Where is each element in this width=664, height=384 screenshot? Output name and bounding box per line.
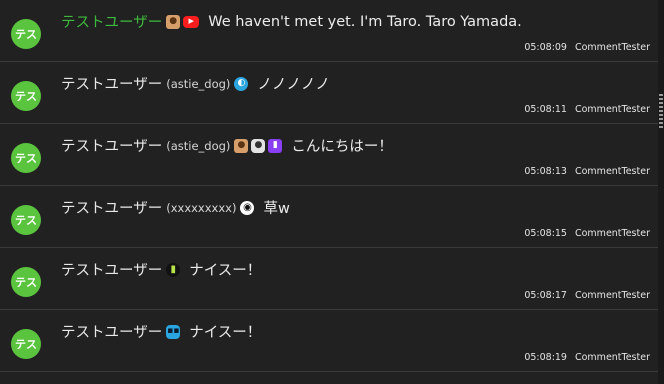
comment-message: ナイスー！ (189, 325, 262, 341)
source-name: CommentTester (574, 166, 650, 177)
youtube-icon: ▶ (183, 15, 200, 28)
bottle-icon: ▮ (166, 262, 181, 277)
badge-icons: ● ● ▮ (234, 138, 285, 153)
username: テストユーザー (61, 15, 163, 31)
comment-line: テストユーザー (astie_dog) ● ● ▮ こんにちはー！ (61, 135, 650, 156)
comment-meta: 05:08:19 CommentTester (524, 352, 650, 363)
scrollbar[interactable] (658, 0, 664, 384)
badge-icons: ● ▶ (166, 14, 202, 29)
comment-line: テストユーザー (xxxxxxxxx) ◉ 草w (61, 197, 650, 218)
comment-row[interactable]: テス テストユーザー (astie_dog) ● ● ▮ こんにちはー！ 05:… (0, 124, 658, 186)
avatar: テス (11, 267, 41, 297)
comment-line: テストユーザー ▪▪ ナイスー！ (61, 321, 650, 342)
timestamp: 05:08:09 (524, 42, 567, 53)
timestamp: 05:08:11 (524, 104, 567, 115)
avatar: テス (11, 329, 41, 359)
user-handle: (astie_dog) (166, 76, 231, 91)
source-name: CommentTester (574, 290, 650, 301)
username: テストユーザー (61, 77, 163, 93)
avatar: テス (11, 143, 41, 173)
twitch-icon: ▮ (268, 138, 283, 153)
timestamp: 05:08:15 (524, 228, 567, 239)
username: テストユーザー (61, 325, 163, 341)
comment-message: こんにちはー！ (291, 139, 393, 155)
swirl-icon: ◉ (240, 200, 255, 215)
badge-icons: ▪▪ (166, 324, 183, 339)
user-handle: (astie_dog) (166, 138, 231, 153)
dog-icon: ● (166, 14, 181, 29)
comment-row[interactable]: テス テストユーザー ● ▶ We haven't met yet. I'm T… (0, 0, 658, 62)
comment-message: ナイスー！ (189, 263, 262, 279)
comment-meta: 05:08:09 CommentTester (524, 42, 650, 53)
timestamp: 05:08:19 (524, 352, 567, 363)
username: テストユーザー (61, 139, 163, 155)
comment-message: 草w (263, 201, 290, 217)
badge-icons: ◉ (240, 200, 257, 215)
avatar: テス (11, 81, 41, 111)
comment-line: テストユーザー ● ▶ We haven't met yet. I'm Taro… (61, 11, 650, 32)
comment-message: ノノノノノ (257, 77, 330, 93)
user-handle: (xxxxxxxxx) (166, 200, 237, 215)
comment-meta: 05:08:13 CommentTester (524, 166, 650, 177)
niconico-icon: ▪▪ (166, 324, 181, 339)
comment-meta: 05:08:11 CommentTester (524, 104, 650, 115)
comment-row[interactable]: テス テストユーザー ▮ ナイスー！ 05:08:17 CommentTeste… (0, 248, 658, 310)
avatar: テス (11, 205, 41, 235)
comment-row[interactable]: テス テストユーザー ▪▪ ナイスー！ 05:08:19 CommentTest… (0, 310, 658, 372)
comment-meta: 05:08:15 CommentTester (524, 228, 650, 239)
comment-list: テス テストユーザー ● ▶ We haven't met yet. I'm T… (0, 0, 658, 384)
source-name: CommentTester (574, 104, 650, 115)
badge-icons: ▮ (166, 262, 183, 277)
globe-icon: ◐ (234, 76, 249, 91)
avatar: テス (11, 19, 41, 49)
comment-row[interactable]: テス テストユーザー (astie_dog) ◐ ノノノノノ 05:08:11 … (0, 62, 658, 124)
timestamp: 05:08:17 (524, 290, 567, 301)
username: テストユーザー (61, 263, 163, 279)
timestamp: 05:08:13 (524, 166, 567, 177)
dog-icon: ● (234, 138, 249, 153)
comment-row[interactable]: テス テストユーザー (xxxxxxxxx) ◉ 草w 05:08:15 Com… (0, 186, 658, 248)
source-name: CommentTester (574, 42, 650, 53)
scrollbar-grip[interactable] (659, 94, 663, 128)
comment-meta: 05:08:17 CommentTester (524, 290, 650, 301)
source-name: CommentTester (574, 352, 650, 363)
comment-line: テストユーザー ▮ ナイスー！ (61, 259, 650, 280)
comment-line: テストユーザー (astie_dog) ◐ ノノノノノ (61, 73, 650, 94)
badge-icons: ◐ (234, 76, 251, 91)
source-name: CommentTester (574, 228, 650, 239)
username: テストユーザー (61, 201, 163, 217)
comment-message: We haven't met yet. I'm Taro. Taro Yamad… (208, 13, 522, 30)
cat-icon: ● (251, 138, 266, 153)
